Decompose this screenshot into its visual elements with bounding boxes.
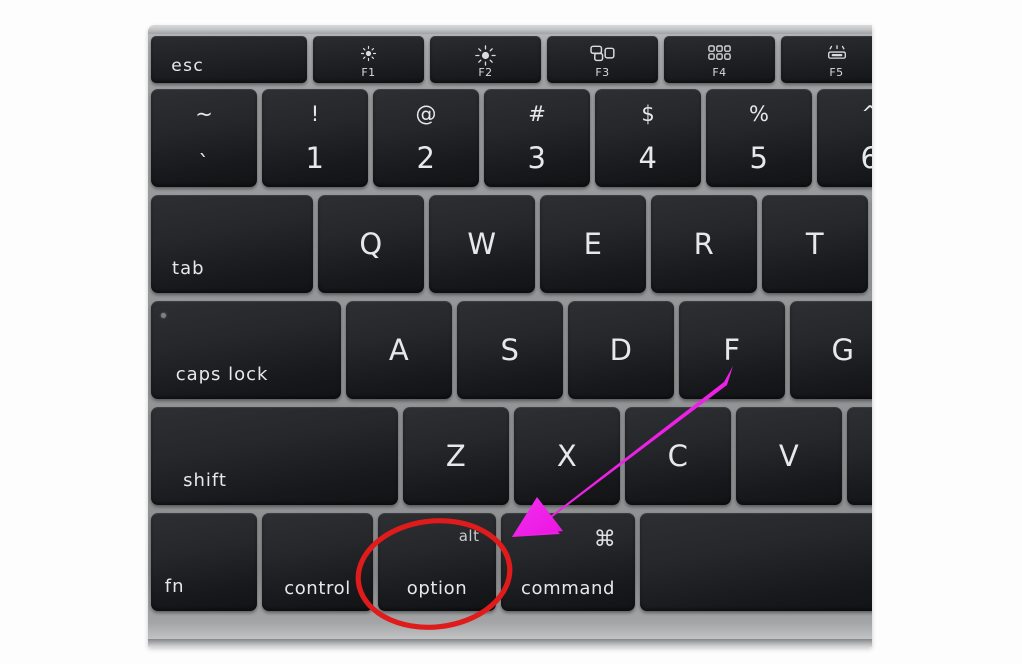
key-s-label: S (500, 333, 520, 367)
key-control-left[interactable]: control (262, 513, 373, 611)
key-shift-label: shift (183, 470, 227, 492)
key-x[interactable]: X (514, 407, 620, 505)
key-w-label: W (467, 227, 497, 261)
key-3-top-label: # (528, 101, 546, 126)
key-c[interactable]: C (625, 407, 731, 505)
key-r[interactable]: R (651, 195, 757, 293)
key-f1-label: F1 (361, 65, 376, 79)
key-command-left[interactable]: ⌘ command (501, 513, 635, 611)
key-g[interactable]: G (790, 301, 872, 399)
key-shift-left[interactable]: shift (151, 407, 398, 505)
mission-control-icon (547, 45, 658, 62)
key-option-alt-label: alt (458, 526, 480, 545)
shift-row: shift Z X C V B (151, 407, 872, 505)
key-q[interactable]: Q (318, 195, 424, 293)
key-t-label: T (805, 227, 825, 261)
key-f5-label: F5 (829, 65, 844, 79)
key-b-label: B (847, 439, 872, 473)
key-e-label: E (583, 227, 603, 261)
key-space[interactable] (640, 513, 872, 611)
key-1-top-label: ! (310, 101, 320, 126)
key-f-label: F (723, 333, 741, 367)
command-symbol-icon: ⌘ (593, 526, 617, 552)
key-v-label: V (778, 439, 800, 473)
key-f4[interactable]: F4 (664, 36, 775, 83)
key-5-top-label: % (749, 101, 769, 126)
key-b[interactable]: B (847, 407, 872, 505)
key-e[interactable]: E (540, 195, 646, 293)
key-caps-lock-label: caps lock (175, 364, 269, 386)
key-4[interactable]: $ 4 (595, 89, 701, 187)
key-6-main-label: 6 (860, 141, 872, 176)
key-c-label: C (667, 439, 689, 473)
key-3-main-label: 3 (527, 141, 547, 176)
launchpad-icon (664, 45, 775, 61)
key-command-label: command (520, 578, 616, 600)
key-g-label: G (831, 333, 855, 367)
key-d[interactable]: D (568, 301, 674, 399)
key-q-label: Q (359, 227, 383, 261)
key-w[interactable]: W (429, 195, 535, 293)
key-a[interactable]: A (346, 301, 452, 399)
key-option-label: option (406, 578, 468, 600)
key-r-label: R (693, 227, 715, 261)
key-f5[interactable]: F5 (781, 36, 872, 83)
key-tab[interactable]: tab (151, 195, 313, 293)
qwerty-row: tab Q W E R T Y (151, 195, 872, 293)
key-1-main-label: 1 (305, 141, 325, 176)
macbook-keyboard: esc F1 F2 F3 F4 F5 ~ ` ! 1 @ 2 # 3 $ 4 %… (148, 25, 872, 647)
key-v[interactable]: V (736, 407, 842, 505)
key-fn-label: fn (164, 576, 185, 598)
key-f3-label: F3 (595, 65, 610, 79)
key-f[interactable]: F (679, 301, 785, 399)
key-d-label: D (609, 333, 633, 367)
key-2-main-label: 2 (416, 141, 436, 176)
key-tilde-top-label: ~ (195, 101, 213, 126)
keyboard-backlight-down-icon (781, 45, 872, 60)
key-5[interactable]: % 5 (706, 89, 812, 187)
key-t[interactable]: T (762, 195, 868, 293)
key-5-main-label: 5 (749, 141, 769, 176)
brightness-down-icon (313, 45, 424, 62)
key-z[interactable]: Z (403, 407, 509, 505)
caps-lock-indicator-icon (161, 313, 166, 318)
key-tilde-main-label: ` (198, 151, 210, 176)
key-tab-label: tab (172, 258, 205, 280)
key-s[interactable]: S (457, 301, 563, 399)
key-esc-label: esc (171, 56, 205, 77)
key-1[interactable]: ! 1 (262, 89, 368, 187)
key-3[interactable]: # 3 (484, 89, 590, 187)
key-f2[interactable]: F2 (430, 36, 541, 83)
key-2[interactable]: @ 2 (373, 89, 479, 187)
key-caps-lock[interactable]: caps lock (151, 301, 341, 399)
key-option-left[interactable]: alt option (378, 513, 496, 611)
key-z-label: Z (445, 439, 467, 473)
function-row: esc F1 F2 F3 F4 F5 (151, 36, 872, 83)
key-f1[interactable]: F1 (313, 36, 424, 83)
key-6-top-label: ^ (861, 101, 872, 126)
chassis-bottom-shadow (148, 639, 872, 647)
key-6[interactable]: ^ 6 (817, 89, 872, 187)
home-row: caps lock A S D F G H (151, 301, 872, 399)
modifier-row: fn control alt option ⌘ command (151, 513, 872, 611)
key-f4-label: F4 (712, 65, 727, 79)
key-esc[interactable]: esc (151, 36, 307, 83)
key-a-label: A (388, 333, 410, 367)
key-4-main-label: 4 (638, 141, 658, 176)
key-f3[interactable]: F3 (547, 36, 658, 83)
brightness-up-icon (430, 45, 541, 66)
key-f2-label: F2 (478, 65, 493, 79)
chassis-top-highlight (148, 25, 872, 34)
number-row: ~ ` ! 1 @ 2 # 3 $ 4 % 5 ^ 6 (151, 89, 872, 187)
screenshot-stage: esc F1 F2 F3 F4 F5 ~ ` ! 1 @ 2 # 3 $ 4 %… (0, 0, 1022, 664)
key-4-top-label: $ (641, 101, 655, 126)
key-x-label: X (556, 439, 578, 473)
key-tilde[interactable]: ~ ` (151, 89, 257, 187)
key-control-label: control (284, 578, 351, 600)
key-fn[interactable]: fn (151, 513, 257, 611)
key-2-top-label: @ (415, 101, 437, 126)
